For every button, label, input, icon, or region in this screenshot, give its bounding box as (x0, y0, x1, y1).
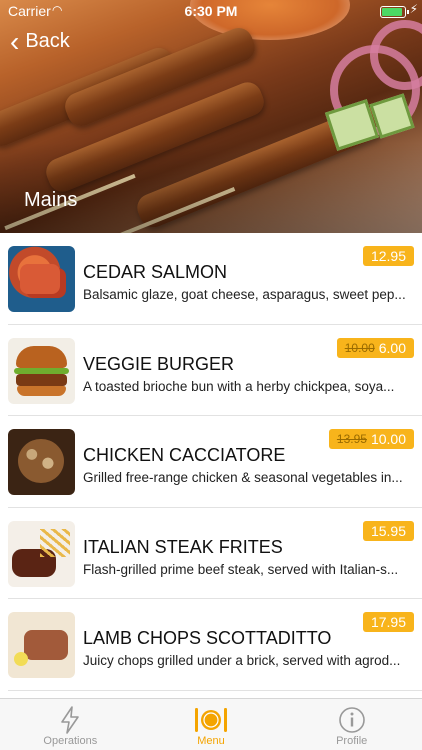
tab-label: Operations (43, 735, 98, 747)
item-description: Grilled free-range chicken & seasonal ve… (83, 470, 403, 485)
chevron-left-icon: ‹ (10, 25, 20, 57)
price-badge: 13.95 10.00 (328, 429, 414, 449)
menu-list[interactable]: CEDAR SALMON Balsamic glaze, goat cheese… (0, 233, 422, 691)
lamb-image (8, 612, 75, 678)
item-name: LAMB CHOPS SCOTTADITTO (83, 628, 332, 648)
tab-menu[interactable]: Menu (141, 699, 282, 750)
salmon-image (8, 246, 75, 312)
price: 17.95 (370, 614, 406, 630)
battery-icon (380, 6, 409, 18)
tab-profile[interactable]: Profile (281, 699, 422, 750)
menu-item[interactable]: CHICKEN CACCIATORE Grilled free-range ch… (8, 416, 422, 508)
back-button[interactable]: ‹ Back (10, 25, 70, 57)
menu-item[interactable]: CEDAR SALMON Balsamic glaze, goat cheese… (8, 233, 422, 325)
lightning-icon (61, 706, 80, 734)
item-description: Balsamic glaze, goat cheese, asparagus, … (83, 287, 406, 302)
price: 10.00 (370, 431, 406, 447)
back-label: Back (25, 30, 70, 52)
steak-image (8, 520, 75, 587)
clock: 6:30 PM (184, 3, 238, 19)
price-badge: 12.95 (362, 246, 414, 266)
menu-item[interactable]: ITALIAN STEAK FRITES Flash-grilled prime… (8, 508, 422, 599)
item-description: Juicy chops grilled under a brick, serve… (83, 653, 401, 668)
price: 15.95 (370, 522, 406, 539)
price-badge: 17.95 (362, 612, 414, 632)
burger-image (8, 337, 75, 404)
price-badge: 10.00 6.00 (336, 337, 414, 358)
price-badge: 15.95 (362, 520, 414, 541)
item-name: ITALIAN STEAK FRITES (83, 536, 283, 557)
price: 12.95 (370, 248, 406, 264)
plate-cutlery-icon (195, 708, 227, 732)
tab-label: Profile (336, 735, 368, 747)
section-title: Mains (24, 189, 78, 211)
tab-label: Menu (197, 735, 225, 747)
price: 6.00 (378, 339, 406, 356)
old-price: 13.95 (336, 432, 367, 446)
menu-item[interactable]: VEGGIE BURGER A toasted brioche bun with… (8, 325, 422, 416)
item-name: CEDAR SALMON (83, 262, 228, 282)
old-price: 10.00 (344, 340, 375, 355)
tab-bar: Operations Menu Profile (0, 698, 422, 750)
item-description: Flash-grilled prime beef steak, served w… (83, 561, 399, 577)
chicken-image (8, 429, 75, 495)
tab-operations[interactable]: Operations (0, 699, 141, 750)
item-description: A toasted brioche bun with a herby chick… (83, 378, 395, 394)
status-bar: Carrier ◠ 6:30 PM ⚡ (0, 0, 422, 22)
item-name: VEGGIE BURGER (83, 353, 235, 374)
hero-image: Carrier ◠ 6:30 PM ⚡ ‹ Back Mains (0, 0, 422, 233)
item-name: CHICKEN CACCIATORE (83, 445, 286, 465)
menu-item[interactable]: LAMB CHOPS SCOTTADITTO Juicy chops grill… (8, 599, 422, 691)
charging-icon: ⚡ (409, 2, 418, 16)
info-icon (338, 707, 365, 733)
